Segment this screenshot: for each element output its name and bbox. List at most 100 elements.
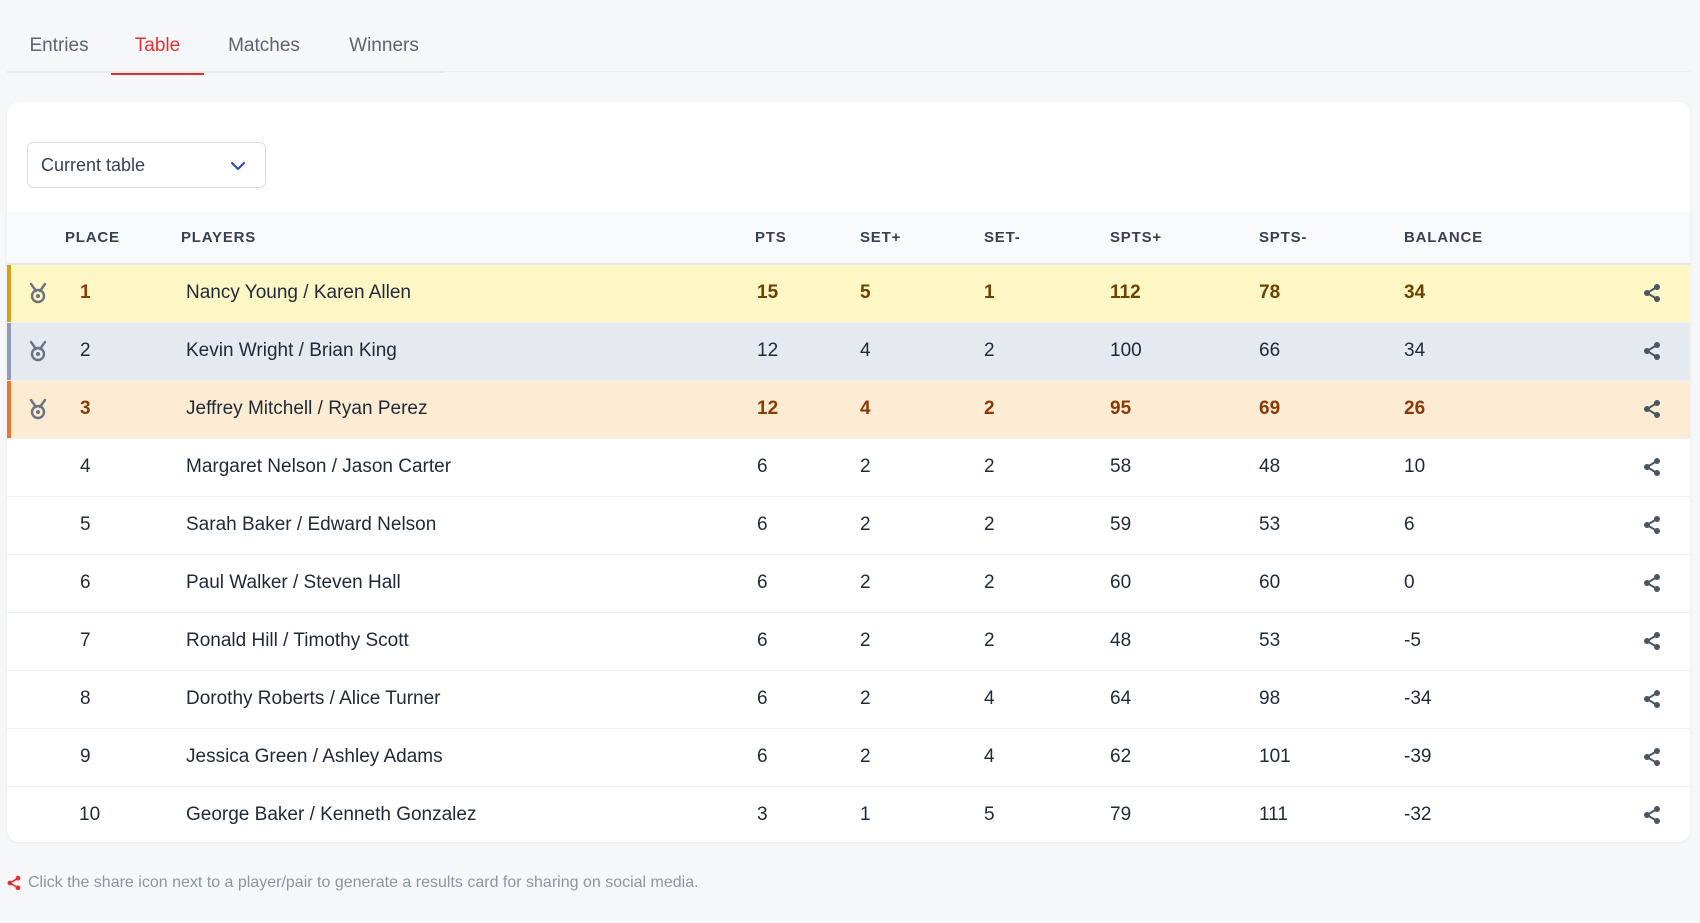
cell-pts: 12 [757, 398, 779, 419]
share-cell[interactable] [1624, 496, 1690, 554]
cell-place: 2 [80, 340, 91, 361]
share-icon[interactable] [1642, 399, 1662, 419]
cell-place: 6 [80, 572, 91, 593]
cell-pts: 15 [757, 282, 779, 304]
cell-spts-plus: 112 [1110, 282, 1141, 304]
tab-matches[interactable]: Matches [204, 18, 324, 73]
cell-pts: 6 [757, 688, 768, 709]
cell-set-minus: 2 [984, 572, 995, 593]
medal-cell [7, 496, 65, 554]
share-cell[interactable] [1624, 264, 1690, 322]
share-icon[interactable] [1642, 341, 1662, 361]
table-view-select[interactable]: Current table [27, 142, 266, 188]
cell-spts-minus: 66 [1259, 340, 1281, 361]
cell-set-minus: 2 [984, 514, 995, 535]
share-icon[interactable] [1642, 689, 1662, 709]
cell-players: Paul Walker / Steven Hall [186, 572, 401, 593]
cell-spts-minus: 111 [1259, 804, 1288, 826]
share-icon[interactable] [1642, 747, 1662, 767]
share-icon[interactable] [1642, 631, 1662, 651]
header-players[interactable]: PLAYERS [181, 212, 755, 264]
cell-players: Sarah Baker / Edward Nelson [186, 514, 437, 535]
cell-spts-minus: 60 [1259, 572, 1281, 593]
cell-set-plus: 5 [860, 282, 871, 304]
cell-players: Nancy Young / Karen Allen [186, 282, 412, 304]
table-row: 7 Ronald Hill / Timothy Scott 6 2 2 48 53 -5 [7, 612, 1690, 670]
table-row: 4 Margaret Nelson / Jason Carter 6 2 2 58 48 10 [7, 438, 1690, 496]
share-cell[interactable] [1624, 612, 1690, 670]
header-place[interactable]: PLACE [65, 212, 181, 264]
cell-place: 4 [80, 456, 91, 477]
cell-set-minus: 2 [984, 340, 995, 361]
share-cell[interactable] [1624, 554, 1690, 612]
cell-spts-minus: 53 [1259, 630, 1281, 651]
share-icon[interactable] [1642, 283, 1662, 303]
tab-winners[interactable]: Winners [324, 18, 444, 73]
cell-spts-plus: 62 [1110, 746, 1132, 767]
cell-place: 10 [79, 804, 101, 826]
share-cell[interactable] [1624, 670, 1690, 728]
cell-pts: 12 [757, 340, 779, 361]
share-hint-text: Click the share icon next to a player/pa… [28, 874, 699, 891]
tab-table[interactable]: Table [111, 18, 204, 75]
share-cell[interactable] [1624, 380, 1690, 438]
cell-set-plus: 2 [860, 514, 871, 535]
table-row: 5 Sarah Baker / Edward Nelson 6 2 2 59 53 6 [7, 496, 1690, 554]
medal-cell [7, 670, 65, 728]
cell-spts-plus: 64 [1110, 688, 1132, 709]
cell-spts-plus: 48 [1110, 630, 1132, 651]
cell-spts-plus: 95 [1110, 398, 1132, 419]
standings-card: Current table PLACE PLAYERS PTS SET+ SET… [7, 102, 1690, 842]
cell-set-minus: 5 [984, 804, 995, 826]
cell-place: 5 [80, 514, 91, 535]
medal-cell [7, 380, 65, 438]
share-cell[interactable] [1624, 322, 1690, 380]
cell-spts-plus: 79 [1110, 804, 1132, 826]
cell-spts-minus: 98 [1259, 688, 1281, 709]
share-icon[interactable] [1642, 805, 1662, 825]
header-share [1624, 212, 1690, 264]
medal-cell [7, 612, 65, 670]
cell-set-plus: 4 [860, 340, 871, 361]
share-cell[interactable] [1624, 786, 1690, 844]
header-pts[interactable]: PTS [755, 212, 860, 264]
cell-place: 3 [80, 398, 91, 419]
cell-balance: 26 [1404, 398, 1426, 419]
cell-set-minus: 2 [984, 398, 995, 419]
share-icon[interactable] [1642, 457, 1662, 477]
share-icon[interactable] [1642, 515, 1662, 535]
cell-pts: 6 [757, 746, 768, 767]
table-header-row: PLACE PLAYERS PTS SET+ SET- SPTS+ SPTS- … [7, 212, 1690, 264]
cell-spts-minus: 69 [1259, 398, 1281, 419]
cell-players: Dorothy Roberts / Alice Turner [186, 688, 441, 709]
tab-entries[interactable]: Entries [7, 18, 111, 73]
table-row: 1 Nancy Young / Karen Allen 15 5 1 112 78 34 [7, 264, 1690, 322]
header-balance[interactable]: BALANCE [1404, 212, 1624, 264]
medal-cell [7, 322, 65, 380]
medal-cell [7, 728, 65, 786]
share-cell[interactable] [1624, 438, 1690, 496]
standings-table: PLACE PLAYERS PTS SET+ SET- SPTS+ SPTS- … [7, 212, 1690, 844]
cell-players: Kevin Wright / Brian King [186, 340, 397, 361]
share-icon[interactable] [1642, 573, 1662, 593]
cell-spts-plus: 59 [1110, 514, 1132, 535]
cell-spts-minus: 48 [1259, 456, 1281, 477]
header-set-minus[interactable]: SET- [984, 212, 1110, 264]
table-view-select-value: Current table [41, 154, 146, 175]
share-cell[interactable] [1624, 728, 1690, 786]
header-set-plus[interactable]: SET+ [860, 212, 984, 264]
header-medal [7, 212, 65, 264]
medal-icon [29, 283, 47, 304]
medal-cell [7, 554, 65, 612]
header-spts-minus[interactable]: SPTS- [1259, 212, 1404, 264]
cell-set-plus: 2 [860, 630, 871, 651]
cell-balance: -39 [1404, 746, 1432, 767]
cell-set-minus: 1 [984, 282, 995, 304]
medal-cell [7, 438, 65, 496]
table-row: 9 Jessica Green / Ashley Adams 6 2 4 62 101 -39 [7, 728, 1690, 786]
medal-icon [29, 398, 47, 420]
tabs-divider [444, 71, 1690, 72]
share-icon [7, 875, 21, 891]
cell-place: 1 [80, 282, 91, 304]
header-spts-plus[interactable]: SPTS+ [1110, 212, 1259, 264]
